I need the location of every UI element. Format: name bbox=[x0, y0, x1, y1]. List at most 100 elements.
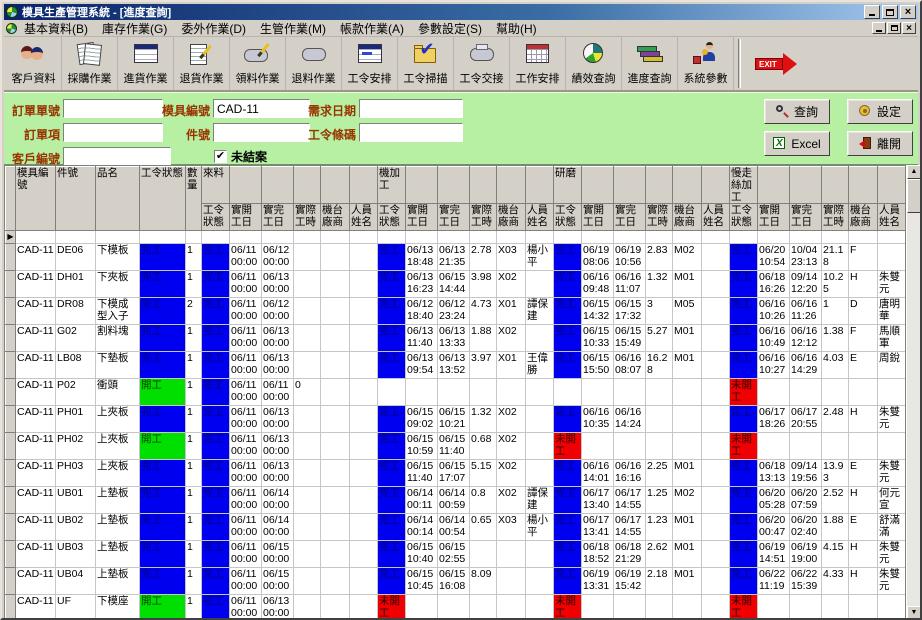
cell-workorder-status[interactable]: 完工 bbox=[140, 298, 186, 325]
scrollbar-thumb[interactable] bbox=[907, 179, 921, 213]
cell-stage2-start[interactable]: 06/16 14:01 bbox=[582, 460, 614, 487]
empty-cell[interactable] bbox=[56, 231, 96, 244]
cell-stage0-hours[interactable]: 0 bbox=[294, 379, 321, 406]
cell-mold-no[interactable]: CAD-11 bbox=[16, 244, 56, 271]
due-date-input[interactable] bbox=[359, 99, 463, 118]
cell-stage1-person[interactable] bbox=[526, 433, 554, 460]
cell-stage1-person[interactable]: 譚保建 bbox=[526, 298, 554, 325]
maximize-button[interactable] bbox=[882, 5, 898, 19]
cell-stage3-person[interactable]: 周銳 bbox=[878, 352, 906, 379]
cell-stage1-start[interactable]: 06/13 09:54 bbox=[406, 352, 438, 379]
cell-stage3-machine[interactable]: H bbox=[849, 487, 878, 514]
cell-stage3-start[interactable]: 06/16 10:49 bbox=[758, 325, 790, 352]
cell-part-no[interactable]: DR08 bbox=[56, 298, 96, 325]
empty-cell[interactable] bbox=[822, 231, 849, 244]
cell-part-no[interactable]: P02 bbox=[56, 379, 96, 406]
cell-stage1-start[interactable]: 06/13 11:40 bbox=[406, 325, 438, 352]
cell-mold-no[interactable]: CAD-11 bbox=[16, 298, 56, 325]
scroll-up-icon[interactable]: ▲ bbox=[907, 165, 921, 179]
query-button[interactable]: 查詢 bbox=[764, 99, 830, 124]
cell-qty[interactable]: 1 bbox=[186, 406, 202, 433]
cell-mold-no[interactable]: CAD-11 bbox=[16, 406, 56, 433]
cell-stage1-hours[interactable]: 5.15 bbox=[470, 460, 497, 487]
cell-stage3-hours[interactable]: 1.88 bbox=[822, 514, 849, 541]
cell-stage2-end[interactable]: 06/16 14:24 bbox=[614, 406, 646, 433]
empty-cell[interactable] bbox=[582, 231, 614, 244]
cell-stage3-start[interactable] bbox=[758, 595, 790, 620]
cell-stage3-start[interactable]: 06/20 05:28 bbox=[758, 487, 790, 514]
cell-stage1-machine[interactable] bbox=[497, 541, 526, 568]
excel-button[interactable]: X Excel bbox=[764, 131, 830, 156]
row-indicator[interactable] bbox=[6, 541, 16, 568]
cell-stage0-start[interactable]: 06/11 00:00 bbox=[230, 352, 262, 379]
toolbar-button-goods-return[interactable]: 退貨作業 bbox=[174, 37, 230, 90]
cell-part-name[interactable]: 上墊板 bbox=[96, 568, 140, 595]
cell-stage0-start[interactable]: 06/11 00:00 bbox=[230, 325, 262, 352]
table-row[interactable]: CAD-11LB08下墊板完工1完工06/11 00:0006/13 00:00… bbox=[6, 352, 906, 379]
cell-stage1-end[interactable]: 06/15 17:07 bbox=[438, 460, 470, 487]
cell-stage1-status[interactable]: 完工 bbox=[378, 352, 406, 379]
cell-stage1-person[interactable]: 譚保建 bbox=[526, 487, 554, 514]
cell-stage3-hours[interactable]: 4.15 bbox=[822, 541, 849, 568]
cell-stage3-end[interactable]: 06/16 12:12 bbox=[790, 325, 822, 352]
cell-stage0-machine[interactable] bbox=[321, 487, 350, 514]
cell-stage1-machine[interactable]: X02 bbox=[497, 433, 526, 460]
cell-stage2-status[interactable]: 完工 bbox=[554, 352, 582, 379]
table-row[interactable]: CAD-11UB02上墊板完工1完工06/11 00:0006/14 00:00… bbox=[6, 514, 906, 541]
cell-stage0-machine[interactable] bbox=[321, 244, 350, 271]
cell-stage3-hours[interactable]: 21.18 bbox=[822, 244, 849, 271]
cell-stage3-end[interactable]: 06/22 15:39 bbox=[790, 568, 822, 595]
empty-cell[interactable] bbox=[294, 231, 321, 244]
cell-mold-no[interactable]: CAD-11 bbox=[16, 325, 56, 352]
close-button[interactable]: × bbox=[900, 5, 916, 19]
cell-stage2-machine[interactable]: M02 bbox=[673, 487, 702, 514]
cell-stage0-status[interactable]: 完工 bbox=[202, 595, 230, 620]
cell-stage3-person[interactable]: 朱雙元 bbox=[878, 568, 906, 595]
cell-stage1-status[interactable]: 完工 bbox=[378, 487, 406, 514]
cell-stage0-end[interactable]: 06/13 00:00 bbox=[262, 352, 294, 379]
table-row[interactable]: CAD-11UB03上墊板完工1完工06/11 00:0006/15 00:00… bbox=[6, 541, 906, 568]
open-only-checkbox[interactable]: ✔ bbox=[214, 150, 227, 163]
cell-stage2-machine[interactable]: M01 bbox=[673, 514, 702, 541]
cell-workorder-status[interactable]: 開工 bbox=[140, 595, 186, 620]
cell-stage3-hours[interactable]: 2.52 bbox=[822, 487, 849, 514]
cell-stage0-end[interactable]: 06/13 00:00 bbox=[262, 325, 294, 352]
cell-stage1-end[interactable]: 06/12 23:24 bbox=[438, 298, 470, 325]
cell-part-no[interactable]: UB03 bbox=[56, 541, 96, 568]
cell-stage1-machine[interactable] bbox=[497, 595, 526, 620]
table-row[interactable]: CAD-11UB01上墊板完工1完工06/11 00:0006/14 00:00… bbox=[6, 487, 906, 514]
cell-stage1-hours[interactable]: 1.88 bbox=[470, 325, 497, 352]
cell-stage0-machine[interactable] bbox=[321, 325, 350, 352]
cell-stage2-person[interactable] bbox=[702, 244, 730, 271]
cell-stage1-hours[interactable]: 8.09 bbox=[470, 568, 497, 595]
cell-stage2-status[interactable]: 完工 bbox=[554, 514, 582, 541]
row-indicator[interactable] bbox=[6, 379, 16, 406]
cell-stage2-machine[interactable]: M02 bbox=[673, 244, 702, 271]
cell-stage3-person[interactable]: 朱雙元 bbox=[878, 541, 906, 568]
cell-stage0-end[interactable]: 06/13 00:00 bbox=[262, 271, 294, 298]
cell-qty[interactable]: 1 bbox=[186, 460, 202, 487]
cell-stage3-machine[interactable]: F bbox=[849, 244, 878, 271]
cell-stage3-machine[interactable]: H bbox=[849, 568, 878, 595]
table-row[interactable]: CAD-11PH01上夾板完工1完工06/11 00:0006/13 00:00… bbox=[6, 406, 906, 433]
scroll-down-icon[interactable]: ▼ bbox=[907, 606, 921, 620]
empty-cell[interactable] bbox=[438, 231, 470, 244]
cell-stage1-start[interactable]: 06/15 10:40 bbox=[406, 541, 438, 568]
empty-cell[interactable] bbox=[758, 231, 790, 244]
empty-cell[interactable] bbox=[230, 231, 262, 244]
cell-stage2-hours[interactable]: 1.23 bbox=[646, 514, 673, 541]
toolbar-button-purchase[interactable]: 採購作業 bbox=[62, 37, 118, 90]
cell-stage1-person[interactable]: 楊小平 bbox=[526, 244, 554, 271]
cell-stage3-machine[interactable]: F bbox=[849, 325, 878, 352]
cell-stage1-hours[interactable]: 0.68 bbox=[470, 433, 497, 460]
cell-stage1-machine[interactable]: X03 bbox=[497, 514, 526, 541]
cell-stage3-start[interactable]: 06/22 11:19 bbox=[758, 568, 790, 595]
cell-stage0-person[interactable] bbox=[350, 541, 378, 568]
cell-qty[interactable]: 1 bbox=[186, 541, 202, 568]
cell-stage2-status[interactable]: 未開工 bbox=[554, 595, 582, 620]
cell-stage1-start[interactable]: 06/14 00:11 bbox=[406, 487, 438, 514]
cell-stage3-hours[interactable]: 4.33 bbox=[822, 568, 849, 595]
cell-stage0-machine[interactable] bbox=[321, 568, 350, 595]
cell-mold-no[interactable]: CAD-11 bbox=[16, 379, 56, 406]
cell-stage1-status[interactable]: 完工 bbox=[378, 271, 406, 298]
